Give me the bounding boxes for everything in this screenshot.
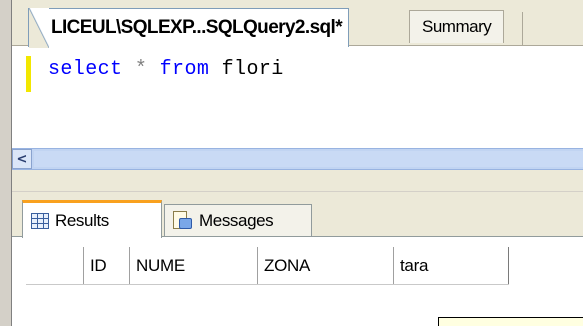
horizontal-scrollbar[interactable]: <: [12, 148, 583, 170]
modified-line-marker: [26, 56, 31, 92]
grid-icon: [31, 212, 49, 229]
chevron-left-icon: <: [16, 151, 28, 167]
code-line-1[interactable]: select * from flori: [48, 58, 284, 81]
grid-header-row: ID NUME ZONA tara: [26, 247, 509, 285]
tab-sqlquery2-label: LICEUL\SQLEXP...SQLQuery2.sql*: [51, 17, 343, 38]
messages-icon-bubble: [179, 218, 192, 229]
tab-results-label: Results: [55, 210, 109, 230]
tab-messages[interactable]: Messages: [164, 204, 312, 237]
scroll-left-button[interactable]: <: [12, 149, 32, 169]
keyword-select: select: [48, 58, 123, 81]
column-header-id[interactable]: ID: [84, 247, 130, 284]
tab-strip-divider: [522, 12, 523, 46]
column-header-nume[interactable]: NUME: [130, 247, 258, 284]
table-name: flori: [221, 58, 284, 81]
tab-messages-label: Messages: [199, 211, 274, 230]
pane-splitter[interactable]: [12, 170, 583, 192]
row-header-corner[interactable]: [26, 247, 84, 284]
messages-icon: [173, 211, 193, 231]
tooltip: [438, 317, 583, 326]
column-header-tara[interactable]: tara: [394, 247, 509, 284]
results-tab-strip: Results Messages: [12, 192, 583, 238]
scroll-track[interactable]: [34, 151, 583, 167]
tab-sqlquery2[interactable]: LICEUL\SQLEXP...SQLQuery2.sql*: [28, 8, 350, 48]
tab-summary-label: Summary: [422, 17, 492, 36]
window-frame-left: [0, 0, 12, 326]
query-editor[interactable]: select * from flori: [12, 46, 583, 148]
tab-results[interactable]: Results: [22, 200, 162, 238]
keyword-from: from: [159, 58, 210, 81]
tab-slant-edge: [29, 8, 49, 48]
tab-summary[interactable]: Summary: [409, 10, 505, 43]
operator-star: *: [134, 58, 148, 81]
results-grid[interactable]: ID NUME ZONA tara: [12, 237, 583, 326]
document-tab-strip: LICEUL\SQLEXP...SQLQuery2.sql* Summary: [12, 0, 583, 48]
column-header-zona[interactable]: ZONA: [258, 247, 394, 284]
